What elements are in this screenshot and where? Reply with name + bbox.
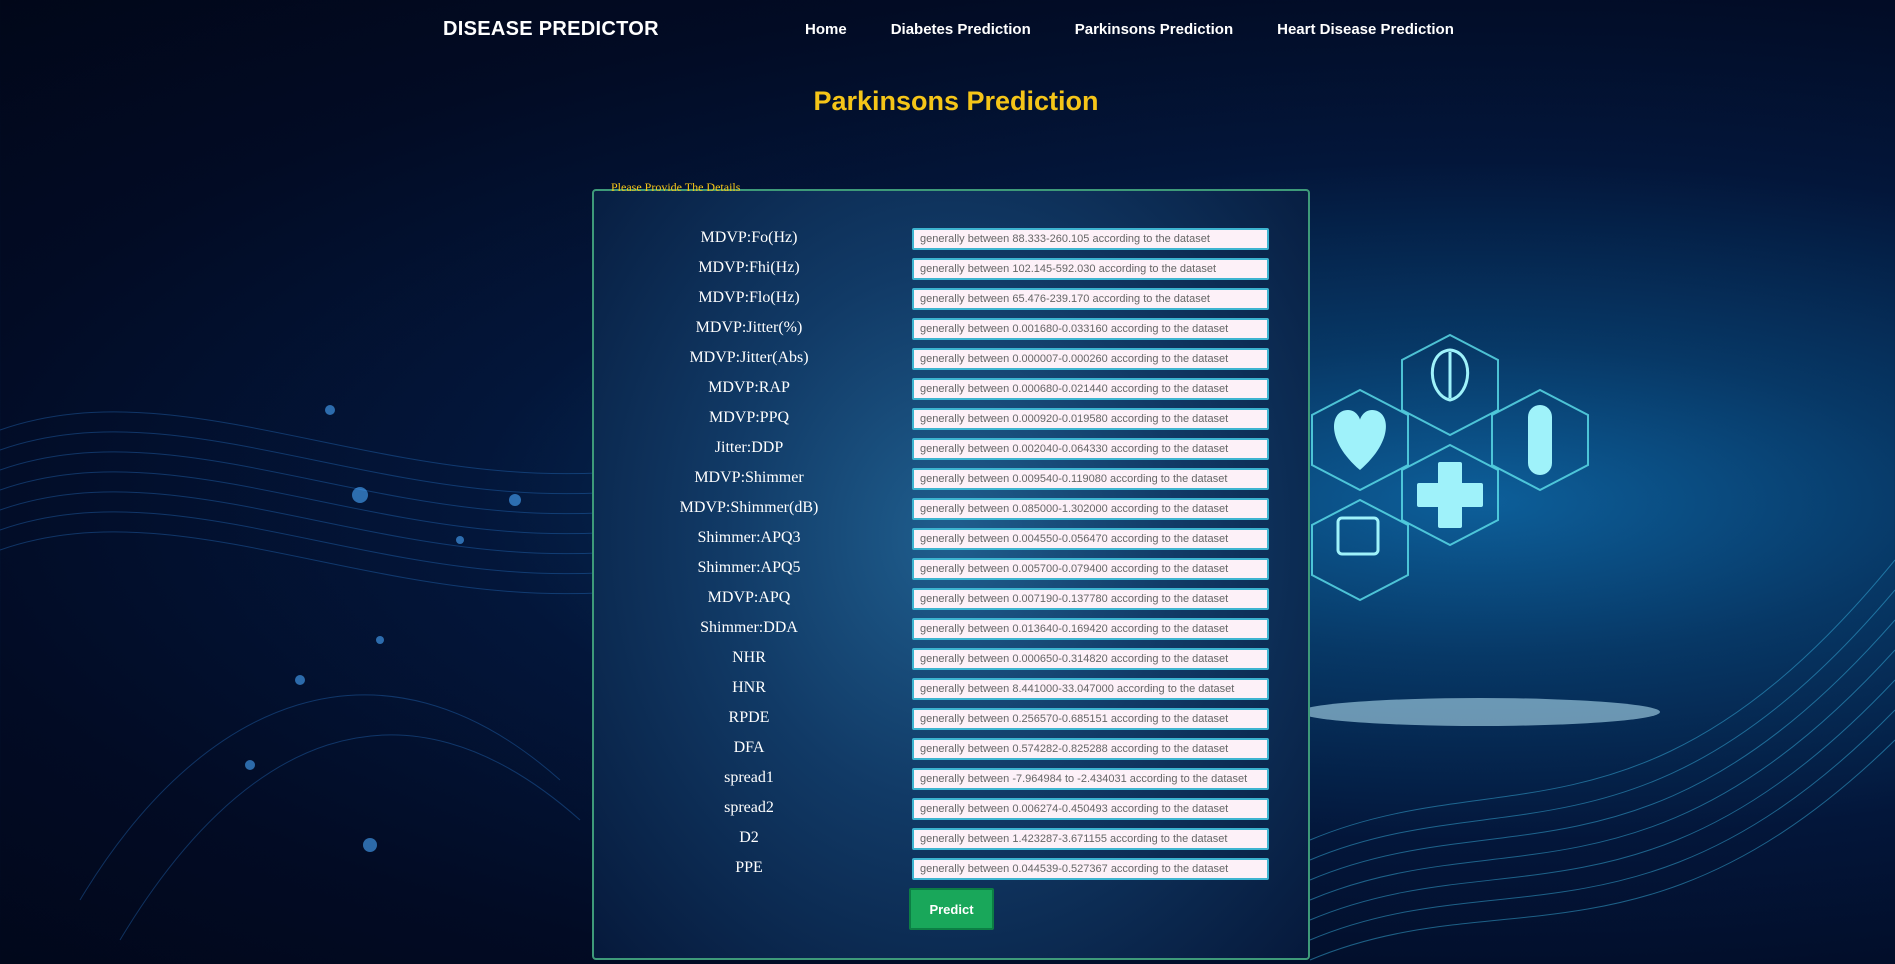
field-row: DFA [592,737,1310,767]
navbar: DISEASE PREDICTOR Home Diabetes Predicti… [0,0,1895,60]
jitter-ddp-input[interactable] [912,438,1269,460]
field-row: Jitter:DDP [592,437,1310,467]
field-row: MDVP:RAP [592,377,1310,407]
field-label: Jitter:DDP [714,439,784,456]
brand-logo[interactable]: DISEASE PREDICTOR [443,18,659,41]
page-title: Parkinsons Prediction [813,86,1099,116]
field-row: Shimmer:APQ3 [592,527,1310,557]
field-label: MDVP:Fo(Hz) [700,229,798,246]
mdvp-fo-input[interactable] [912,228,1269,250]
spread1-input[interactable] [912,768,1269,790]
shimmer-apq3-input[interactable] [912,528,1269,550]
field-row: MDVP:Jitter(Abs) [592,347,1310,377]
field-label: spread1 [724,769,774,786]
field-label: MDVP:Shimmer(dB) [679,499,819,516]
mdvp-jitter-abs-input[interactable] [912,348,1269,370]
field-row: Shimmer:DDA [592,617,1310,647]
field-row: D2 [592,827,1310,857]
field-label: MDVP:Fhi(Hz) [698,259,800,276]
d2-input[interactable] [912,828,1269,850]
spread2-input[interactable] [912,798,1269,820]
field-label: HNR [732,679,766,696]
field-label: MDVP:RAP [708,379,790,396]
mdvp-fhi-input[interactable] [912,258,1269,280]
field-row: PPE [592,857,1310,887]
field-label: Shimmer:APQ5 [697,559,801,576]
field-label: MDVP:PPQ [708,409,790,426]
mdvp-ppq-input[interactable] [912,408,1269,430]
field-label: spread2 [724,799,774,816]
hnr-input[interactable] [912,678,1269,700]
shimmer-apq5-input[interactable] [912,558,1269,580]
field-row: spread2 [592,797,1310,827]
field-row: spread1 [592,767,1310,797]
form-fields: MDVP:Fo(Hz) MDVP:Fhi(Hz) MDVP:Flo(Hz) MD… [592,227,1310,887]
field-label: NHR [732,649,766,666]
field-row: MDVP:PPQ [592,407,1310,437]
shimmer-dda-input[interactable] [912,618,1269,640]
field-row: MDVP:APQ [592,587,1310,617]
ppe-input[interactable] [912,858,1269,880]
field-label: D2 [739,829,759,846]
field-row: MDVP:Jitter(%) [592,317,1310,347]
field-label: Shimmer:DDA [700,619,798,636]
nav-links: Home Diabetes Prediction Parkinsons Pred… [805,21,1498,38]
field-row: MDVP:Shimmer(dB) [592,497,1310,527]
field-row: HNR [592,677,1310,707]
field-label: MDVP:Flo(Hz) [698,289,800,306]
field-label: MDVP:Jitter(%) [695,319,803,336]
field-row: Shimmer:APQ5 [592,557,1310,587]
mdvp-shimmer-db-input[interactable] [912,498,1269,520]
field-row: MDVP:Shimmer [592,467,1310,497]
dfa-input[interactable] [912,738,1269,760]
mdvp-flo-input[interactable] [912,288,1269,310]
fieldset-legend: Please Provide The Details [611,180,741,194]
nav-diabetes-prediction[interactable]: Diabetes Prediction [891,21,1031,38]
field-row: NHR [592,647,1310,677]
field-row: MDVP:Fo(Hz) [592,227,1310,257]
mdvp-rap-input[interactable] [912,378,1269,400]
field-label: PPE [735,859,763,876]
mdvp-jitter-percent-input[interactable] [912,318,1269,340]
field-label: MDVP:Jitter(Abs) [689,349,809,366]
field-label: RPDE [728,709,770,726]
field-row: MDVP:Fhi(Hz) [592,257,1310,287]
rpde-input[interactable] [912,708,1269,730]
mdvp-shimmer-input[interactable] [912,468,1269,490]
field-label: MDVP:APQ [707,589,791,606]
field-label: DFA [733,739,765,756]
field-row: MDVP:Flo(Hz) [592,287,1310,317]
nav-home[interactable]: Home [805,21,847,38]
predict-button[interactable]: Predict [909,888,994,930]
nhr-input[interactable] [912,648,1269,670]
field-label: Shimmer:APQ3 [697,529,801,546]
nav-heart-disease-prediction[interactable]: Heart Disease Prediction [1277,21,1454,38]
field-label: MDVP:Shimmer [694,469,804,486]
field-row: RPDE [592,707,1310,737]
nav-parkinsons-prediction[interactable]: Parkinsons Prediction [1075,21,1233,38]
mdvp-apq-input[interactable] [912,588,1269,610]
